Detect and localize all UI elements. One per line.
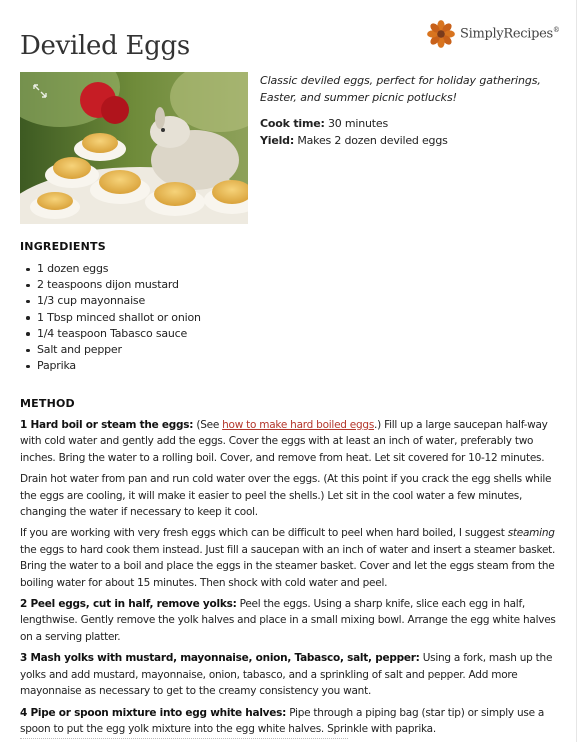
footer-divider — [20, 738, 348, 739]
cook-time: Cook time: 30 minutes — [260, 117, 389, 130]
method-step-1-steam: If you are working with very fresh eggs … — [20, 527, 556, 589]
list-item: Paprika — [20, 358, 201, 374]
list-item: 1/3 cup mayonnaise — [20, 293, 201, 309]
method-step-3: 3 Mash yolks with mustard, mayonnaise, o… — [20, 652, 553, 698]
list-item: 1/4 teaspoon Tabasco sauce — [20, 326, 201, 342]
ingredients-heading: INGREDIENTS — [20, 240, 106, 253]
method-heading: METHOD — [20, 397, 75, 410]
ingredients-list: 1 dozen eggs 2 teaspoons dijon mustard 1… — [20, 261, 201, 374]
method-step-1-drain: Drain hot water from pan and run cold wa… — [20, 473, 552, 519]
list-item: 1 dozen eggs — [20, 261, 201, 277]
hard-boiled-eggs-link[interactable]: how to make hard boiled eggs — [222, 419, 374, 431]
method-step-1: 1 Hard boil or steam the eggs: (See how … — [20, 419, 548, 464]
expand-icon[interactable] — [33, 84, 47, 98]
method-step-4: 4 Pipe or spoon mixture into egg white h… — [20, 706, 545, 735]
flower-logo-icon — [427, 20, 455, 48]
recipe-intro: Classic deviled eggs, perfect for holida… — [260, 72, 560, 149]
brand-logo[interactable]: SimplyRecipes® — [426, 19, 560, 49]
recipe-page: Deviled Eggs SimplyRecipes® Classic devi… — [0, 0, 577, 742]
brand-name: SimplyRecipes® — [460, 26, 560, 42]
recipe-description: Classic deviled eggs, perfect for holida… — [260, 74, 541, 104]
list-item: Salt and pepper — [20, 342, 201, 358]
list-item: 1 Tbsp minced shallot or onion — [20, 310, 201, 326]
recipe-yield: Yield: Makes 2 dozen deviled eggs — [260, 134, 448, 147]
hero-image — [20, 72, 248, 224]
page-title: Deviled Eggs — [20, 31, 190, 62]
list-item: 2 teaspoons dijon mustard — [20, 277, 201, 293]
method-steps: 1 Hard boil or steam the eggs: (See how … — [20, 417, 560, 742]
method-step-2: 2 Peel eggs, cut in half, remove yolks: … — [20, 598, 556, 643]
